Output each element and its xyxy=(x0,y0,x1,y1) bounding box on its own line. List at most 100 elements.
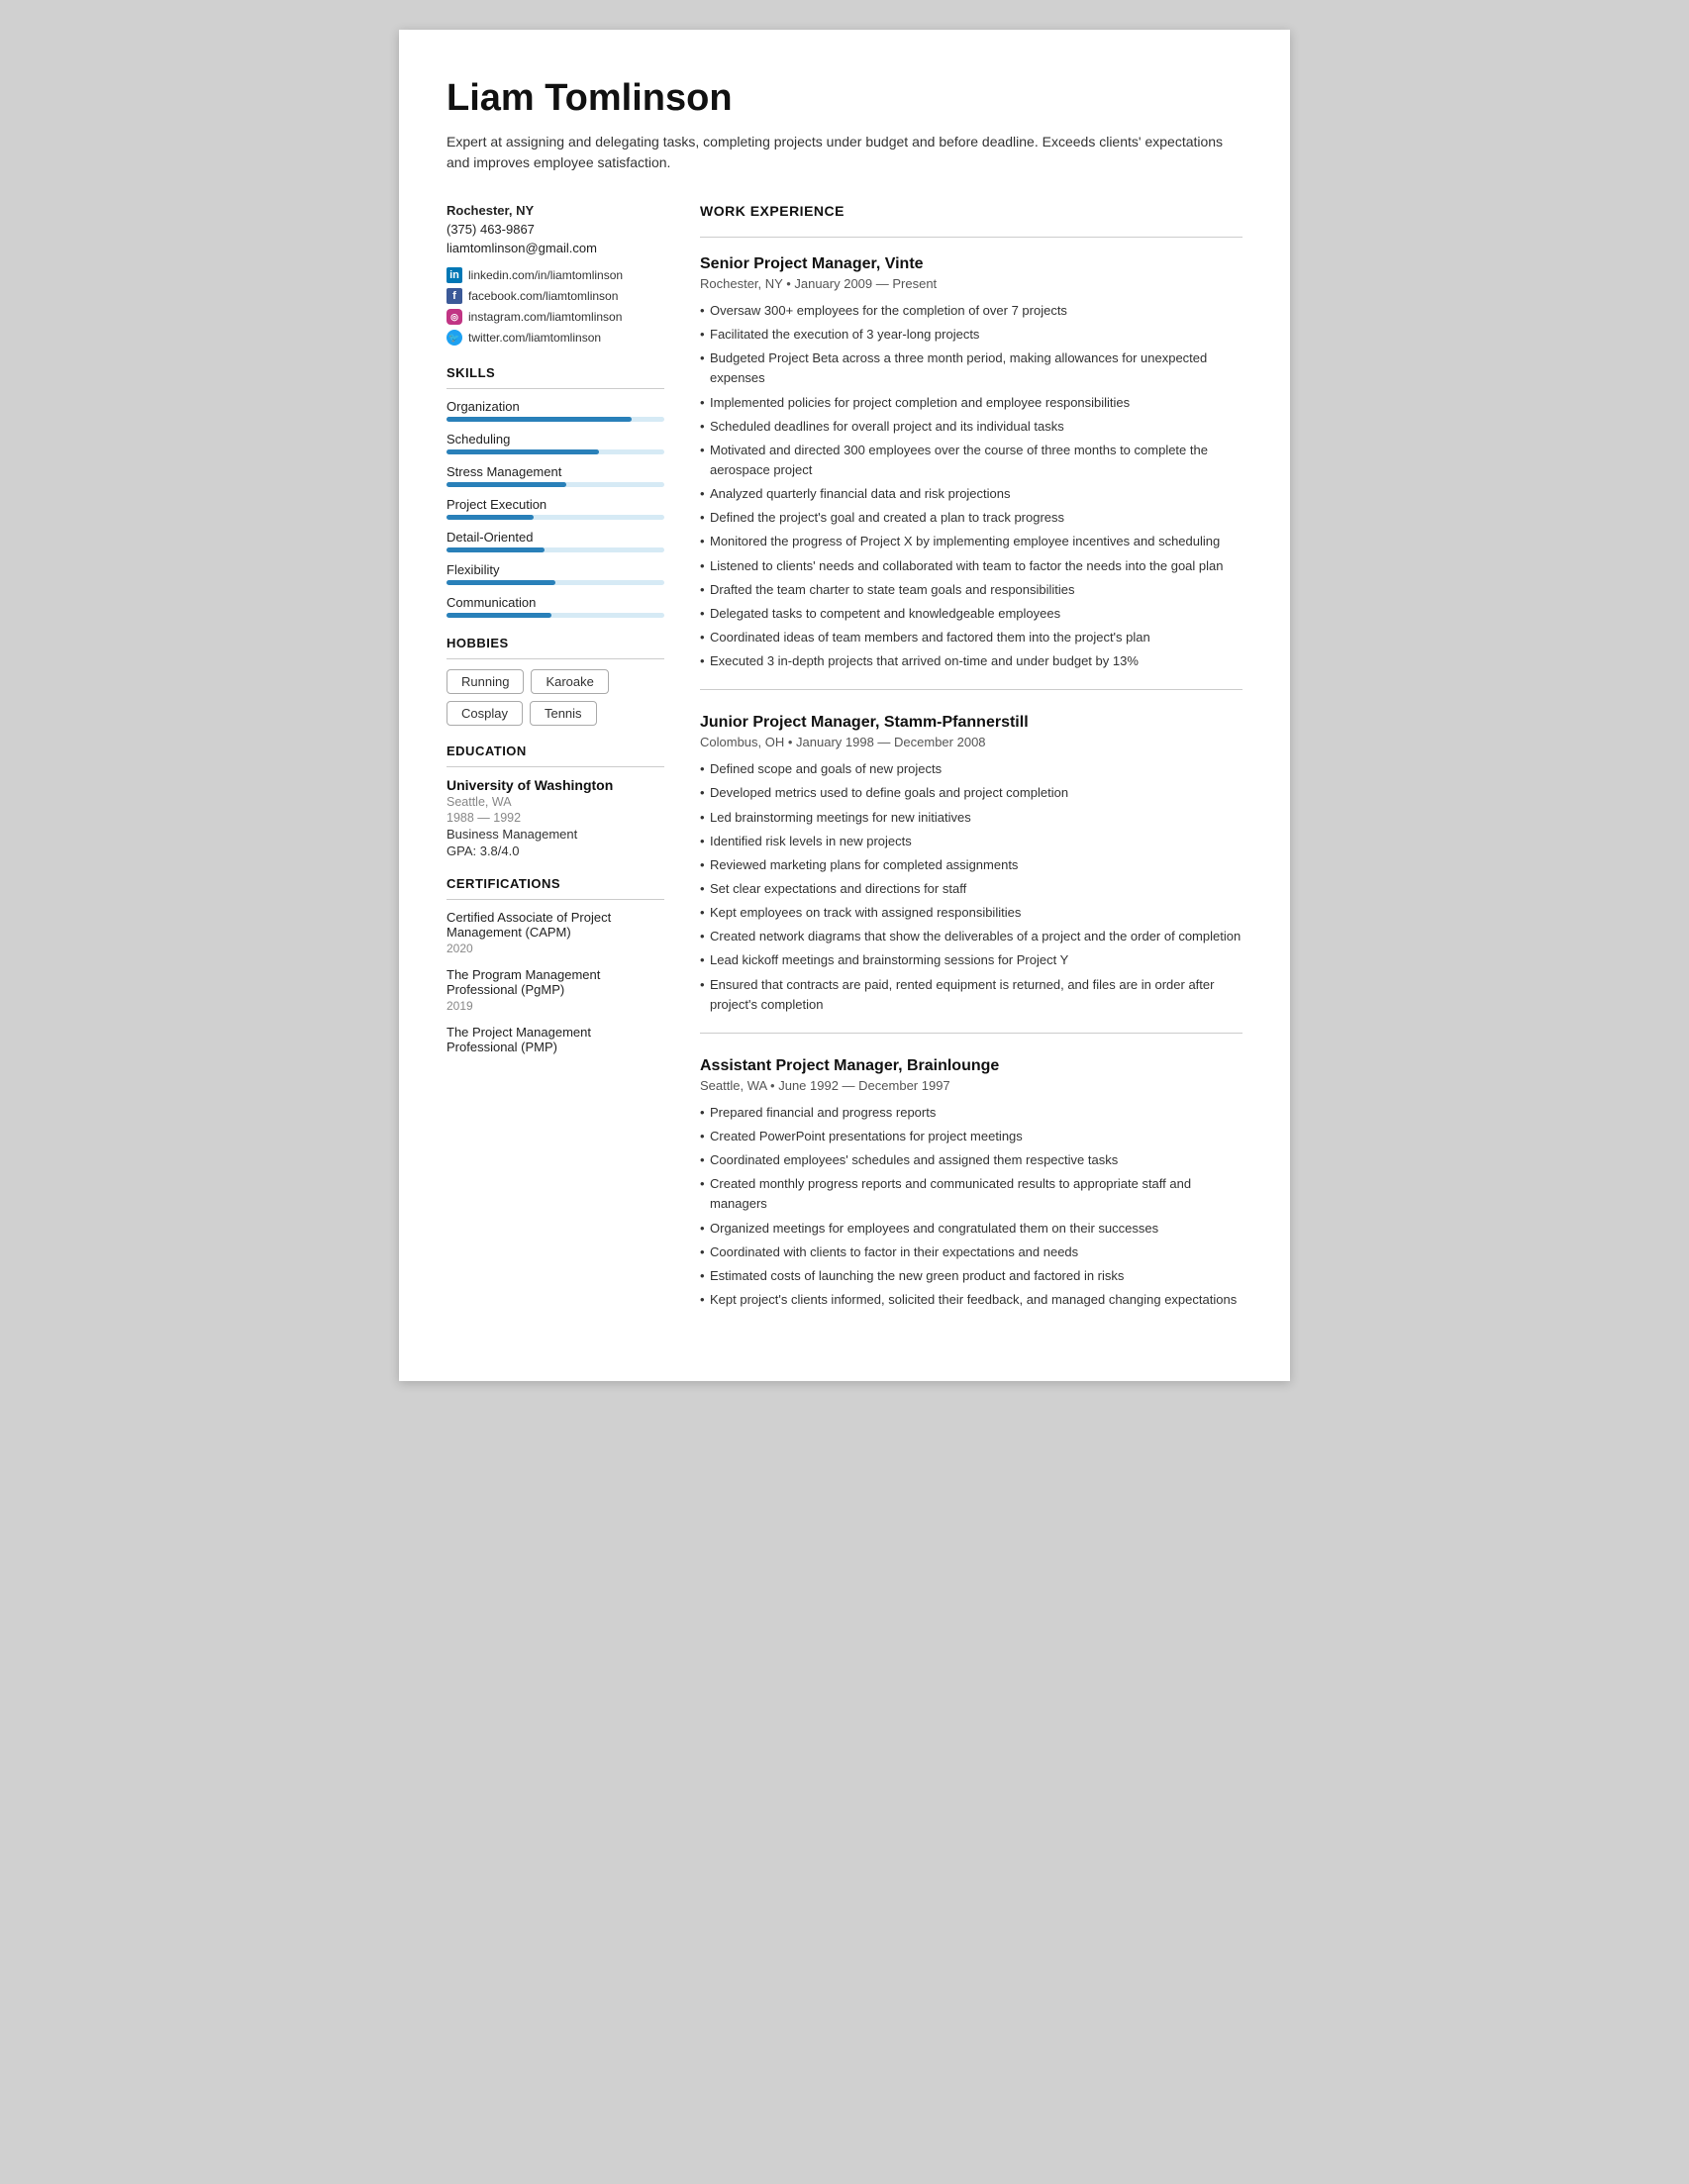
skill-item: Stress Management xyxy=(447,464,664,487)
job-bullet: Created network diagrams that show the d… xyxy=(700,927,1242,946)
education-list: University of Washington Seattle, WA 198… xyxy=(447,777,664,858)
job-bullet: Listened to clients' needs and collabora… xyxy=(700,556,1242,576)
job-bullet: Implemented policies for project complet… xyxy=(700,393,1242,413)
job-bullet: Defined scope and goals of new projects xyxy=(700,759,1242,779)
cert-name: Certified Associate of Project Managemen… xyxy=(447,910,664,940)
job-divider xyxy=(700,689,1242,690)
skill-name: Organization xyxy=(447,399,664,414)
job-bullet: Developed metrics used to define goals a… xyxy=(700,783,1242,803)
job-bullet: Created monthly progress reports and com… xyxy=(700,1174,1242,1214)
skill-bar-fill xyxy=(447,482,566,487)
job-bullet: Lead kickoff meetings and brainstorming … xyxy=(700,950,1242,970)
skill-bar-fill xyxy=(447,613,551,618)
skill-item: Scheduling xyxy=(447,432,664,454)
job-meta: Rochester, NY • January 2009 — Present xyxy=(700,276,1242,291)
skill-item: Organization xyxy=(447,399,664,422)
hobbies-label: HOBBIES xyxy=(447,636,664,650)
social-facebook[interactable]: f facebook.com/liamtomlinson xyxy=(447,288,664,304)
cert-name: The Program Management Professional (PgM… xyxy=(447,967,664,997)
skill-bar-bg xyxy=(447,580,664,585)
job-bullet: Set clear expectations and directions fo… xyxy=(700,879,1242,899)
skill-item: Project Execution xyxy=(447,497,664,520)
skill-item: Detail-Oriented xyxy=(447,530,664,552)
job-bullet: Motivated and directed 300 employees ove… xyxy=(700,441,1242,480)
education-section: EDUCATION University of Washington Seatt… xyxy=(447,744,664,858)
twitter-icon: 🐦 xyxy=(447,330,462,346)
social-twitter[interactable]: 🐦 twitter.com/liamtomlinson xyxy=(447,330,664,346)
job-bullet: Created PowerPoint presentations for pro… xyxy=(700,1127,1242,1146)
skill-bar-bg xyxy=(447,417,664,422)
job-bullet: Facilitated the execution of 3 year-long… xyxy=(700,325,1242,345)
job-bullet: Oversaw 300+ employees for the completio… xyxy=(700,301,1242,321)
job-bullet: Prepared financial and progress reports xyxy=(700,1103,1242,1123)
skill-bar-bg xyxy=(447,547,664,552)
skill-bar-fill xyxy=(447,449,599,454)
hobby-tag: Cosplay xyxy=(447,701,523,726)
edu-field: Business Management xyxy=(447,827,664,842)
cert-year: 2019 xyxy=(447,999,664,1013)
skill-name: Communication xyxy=(447,595,664,610)
skill-name: Project Execution xyxy=(447,497,664,512)
hobby-tag: Running xyxy=(447,669,524,694)
job-bullet: Kept project's clients informed, solicit… xyxy=(700,1290,1242,1310)
certification-item: The Program Management Professional (PgM… xyxy=(447,967,664,1013)
job-bullet: Budgeted Project Beta across a three mon… xyxy=(700,348,1242,388)
job-item-1: Junior Project Manager, Stamm-Pfannersti… xyxy=(700,714,1242,1034)
skill-bar-fill xyxy=(447,580,555,585)
job-title: Junior Project Manager, Stamm-Pfannersti… xyxy=(700,714,1242,732)
job-item-0: Senior Project Manager, Vinte Rochester,… xyxy=(700,255,1242,690)
contact-email: liamtomlinson@gmail.com xyxy=(447,241,664,255)
facebook-label: facebook.com/liamtomlinson xyxy=(468,289,618,303)
job-bullet: Kept employees on track with assigned re… xyxy=(700,903,1242,923)
hobbies-section: HOBBIES RunningKaroakeCosplayTennis xyxy=(447,636,664,726)
social-instagram[interactable]: ◎ instagram.com/liamtomlinson xyxy=(447,309,664,325)
skills-section: SKILLS Organization Scheduling Stress Ma… xyxy=(447,365,664,618)
job-bullet: Ensured that contracts are paid, rented … xyxy=(700,975,1242,1015)
left-column: Rochester, NY (375) 463-9867 liamtomlins… xyxy=(447,203,664,1334)
skill-bar-bg xyxy=(447,613,664,618)
work-divider-top xyxy=(700,237,1242,238)
work-experience-label: WORK EXPERIENCE xyxy=(700,203,1242,219)
linkedin-label: linkedin.com/in/liamtomlinson xyxy=(468,268,623,282)
job-bullets: Defined scope and goals of new projects D… xyxy=(700,759,1242,1015)
job-divider xyxy=(700,1033,1242,1034)
instagram-label: instagram.com/liamtomlinson xyxy=(468,310,622,324)
skill-bar-fill xyxy=(447,515,534,520)
job-bullet: Identified risk levels in new projects xyxy=(700,832,1242,851)
skill-name: Detail-Oriented xyxy=(447,530,664,545)
resume-container: Liam Tomlinson Expert at assigning and d… xyxy=(399,30,1290,1381)
hobby-tag: Tennis xyxy=(530,701,597,726)
education-item: University of Washington Seattle, WA 198… xyxy=(447,777,664,858)
right-column: WORK EXPERIENCE Senior Project Manager, … xyxy=(700,203,1242,1334)
job-bullet: Led brainstorming meetings for new initi… xyxy=(700,808,1242,828)
edu-school: University of Washington xyxy=(447,777,664,793)
skill-name: Stress Management xyxy=(447,464,664,479)
job-bullet: Coordinated with clients to factor in th… xyxy=(700,1242,1242,1262)
skill-item: Communication xyxy=(447,595,664,618)
job-bullet: Reviewed marketing plans for completed a… xyxy=(700,855,1242,875)
job-bullet: Organized meetings for employees and con… xyxy=(700,1219,1242,1239)
job-bullets: Oversaw 300+ employees for the completio… xyxy=(700,301,1242,671)
job-bullets: Prepared financial and progress reports C… xyxy=(700,1103,1242,1310)
hobbies-divider xyxy=(447,658,664,659)
cert-year: 2020 xyxy=(447,942,664,955)
linkedin-icon: in xyxy=(447,267,462,283)
job-bullet: Monitored the progress of Project X by i… xyxy=(700,532,1242,551)
social-linkedin[interactable]: in linkedin.com/in/liamtomlinson xyxy=(447,267,664,283)
job-title: Assistant Project Manager, Brainlounge xyxy=(700,1057,1242,1075)
skill-bar-bg xyxy=(447,482,664,487)
job-meta: Seattle, WA • June 1992 — December 1997 xyxy=(700,1078,1242,1093)
job-bullet: Delegated tasks to competent and knowled… xyxy=(700,604,1242,624)
hobbies-grid: RunningKaroakeCosplayTennis xyxy=(447,669,664,726)
job-bullet: Drafted the team charter to state team g… xyxy=(700,580,1242,600)
skill-bar-bg xyxy=(447,515,664,520)
job-title: Senior Project Manager, Vinte xyxy=(700,255,1242,273)
instagram-icon: ◎ xyxy=(447,309,462,325)
job-bullet: Defined the project's goal and created a… xyxy=(700,508,1242,528)
contact-phone: (375) 463-9867 xyxy=(447,222,664,237)
job-bullet: Estimated costs of launching the new gre… xyxy=(700,1266,1242,1286)
skill-bar-bg xyxy=(447,449,664,454)
skill-bar-fill xyxy=(447,417,632,422)
certification-item: Certified Associate of Project Managemen… xyxy=(447,910,664,955)
twitter-label: twitter.com/liamtomlinson xyxy=(468,331,601,345)
